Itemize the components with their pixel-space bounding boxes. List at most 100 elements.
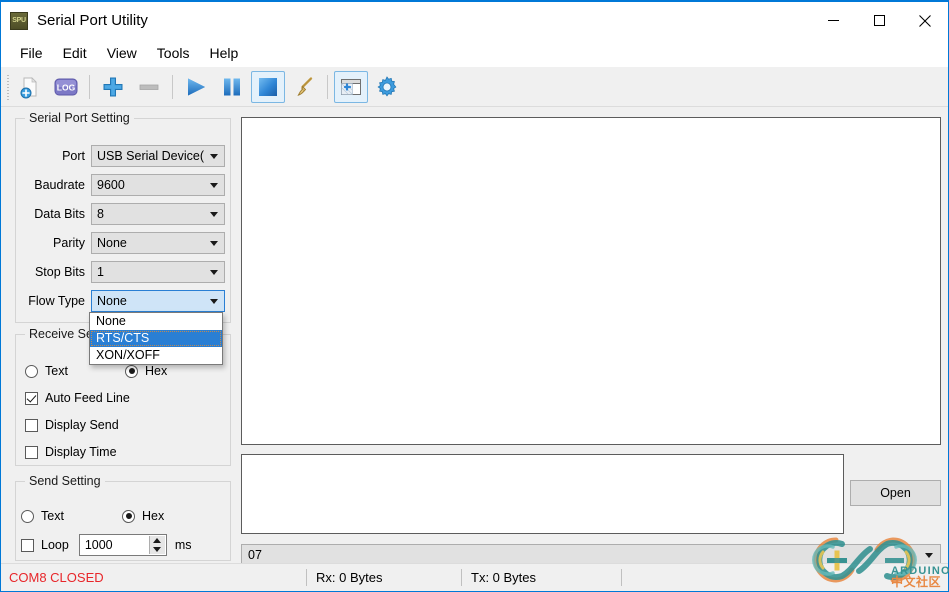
field-baudrate: Baudrate 9600 <box>15 174 231 196</box>
checkbox-unchecked-icon <box>25 445 38 459</box>
status-bar: COM8 CLOSED Rx: 0 Bytes Tx: 0 Bytes <box>1 563 948 591</box>
stepper-down-button[interactable] <box>150 545 165 554</box>
window-title: Serial Port Utility <box>37 12 148 29</box>
loop-interval-stepper[interactable]: 1000 <box>78 534 167 556</box>
menu-item-view[interactable]: View <box>97 42 147 64</box>
receive-format-hex-label: Hex <box>145 364 168 378</box>
receive-format-text-radio[interactable]: Text <box>25 364 125 378</box>
play-button[interactable] <box>179 71 213 103</box>
open-port-button[interactable]: Open <box>850 480 941 506</box>
display-send-label: Display Send <box>45 418 119 432</box>
chevron-down-icon <box>210 270 218 275</box>
parity-combo[interactable]: None <box>91 232 225 254</box>
maximize-button[interactable] <box>856 2 902 39</box>
svg-text:LOG: LOG <box>57 82 76 92</box>
flow-type-option-rts-cts[interactable]: RTS/CTS <box>90 330 222 347</box>
toolbar-separator <box>327 74 328 99</box>
field-baudrate-label: Baudrate <box>34 178 85 192</box>
port-combo[interactable]: USB Serial Device( <box>91 145 225 167</box>
checkbox-unchecked-icon <box>25 418 38 432</box>
title-bar: SPU Serial Port Utility <box>1 2 948 39</box>
port-combo-value: USB Serial Device( <box>97 149 204 163</box>
stop-bits-combo[interactable]: 1 <box>91 261 225 283</box>
baudrate-combo[interactable]: 9600 <box>91 174 225 196</box>
new-file-button[interactable] <box>13 71 47 103</box>
display-send-checkbox[interactable]: Display Send <box>25 418 119 432</box>
auto-feed-line-label: Auto Feed Line <box>45 391 130 405</box>
stepper-up-button[interactable] <box>150 536 165 545</box>
send-format-hex-radio[interactable]: Hex <box>122 509 164 523</box>
new-window-button[interactable] <box>334 70 368 103</box>
loop-label: Loop <box>41 538 69 552</box>
remove-icon <box>139 84 159 90</box>
loop-checkbox[interactable]: Loop <box>21 538 69 552</box>
flow-type-dropdown-list[interactable]: None RTS/CTS XON/XOFF <box>89 312 223 365</box>
port-status-text: COM8 CLOSED <box>9 570 104 585</box>
receive-text-area[interactable] <box>241 117 941 445</box>
toolbar-separator <box>89 74 90 99</box>
play-icon <box>188 78 205 95</box>
flow-type-combo[interactable]: None <box>91 290 225 312</box>
toolbar-separator <box>172 74 173 99</box>
serial-port-setting-legend: Serial Port Setting <box>25 111 134 125</box>
close-icon <box>919 14 931 27</box>
clear-button[interactable] <box>287 71 321 103</box>
chevron-down-icon <box>210 299 218 304</box>
radio-on-icon <box>122 509 135 523</box>
close-button[interactable] <box>902 2 948 39</box>
chevron-down-icon <box>210 154 218 159</box>
field-stop-bits-label: Stop Bits <box>34 265 85 279</box>
field-stop-bits: Stop Bits 1 <box>15 261 231 283</box>
send-format-text-label: Text <box>41 509 64 523</box>
loop-unit-label: ms <box>174 538 192 552</box>
flow-type-combo-value: None <box>97 294 127 308</box>
tx-bytes-text: Tx: 0 Bytes <box>471 570 537 585</box>
radio-off-icon <box>21 509 34 523</box>
baudrate-combo-value: 9600 <box>97 178 125 192</box>
receive-format-text-label: Text <box>45 364 68 378</box>
field-flow-type-label: Flow Type <box>28 294 85 308</box>
stepper-buttons[interactable] <box>148 536 165 554</box>
field-port-label: Port <box>62 149 85 163</box>
chevron-down-icon <box>210 183 218 188</box>
minimize-button[interactable] <box>810 2 856 39</box>
menu-item-help[interactable]: Help <box>199 42 248 64</box>
rx-bytes-text: Rx: 0 Bytes <box>316 570 383 585</box>
add-button[interactable] <box>96 71 130 103</box>
send-text-area[interactable] <box>241 454 844 534</box>
send-history-combo[interactable]: 07 <box>241 544 941 565</box>
flow-type-option-none[interactable]: None <box>90 313 222 330</box>
auto-feed-line-checkbox[interactable]: Auto Feed Line <box>25 391 130 405</box>
chevron-down-icon <box>925 552 933 558</box>
stop-button[interactable] <box>251 70 285 103</box>
stop-icon <box>259 77 277 96</box>
field-port: Port USB Serial Device( <box>15 145 231 167</box>
pause-icon <box>224 78 240 95</box>
log-button[interactable]: LOG <box>49 71 83 103</box>
triangle-down-icon <box>153 547 162 552</box>
triangle-up-icon <box>153 538 162 543</box>
remove-button[interactable] <box>132 71 166 103</box>
new-file-icon <box>20 76 37 98</box>
data-bits-combo[interactable]: 8 <box>91 203 225 225</box>
gear-settings-icon <box>377 75 397 96</box>
settings-button[interactable] <box>370 71 404 103</box>
chevron-down-icon <box>210 241 218 246</box>
send-format-text-radio[interactable]: Text <box>21 509 122 523</box>
field-parity-label: Parity <box>53 236 85 250</box>
chevron-down-icon <box>210 212 218 217</box>
window-controls <box>810 2 948 39</box>
menu-item-tools[interactable]: Tools <box>147 42 200 64</box>
flow-type-option-xon-xoff[interactable]: XON/XOFF <box>90 347 222 364</box>
field-data-bits: Data Bits 8 <box>15 203 231 225</box>
menu-item-file[interactable]: File <box>10 42 53 64</box>
field-flow-type: Flow Type None <box>15 290 231 312</box>
menu-item-edit[interactable]: Edit <box>53 42 97 64</box>
display-time-checkbox[interactable]: Display Time <box>25 445 117 459</box>
radio-off-icon <box>25 364 38 378</box>
receive-format-hex-radio[interactable]: Hex <box>125 364 167 378</box>
toolbar-grip[interactable] <box>4 73 12 100</box>
pause-button[interactable] <box>215 71 249 103</box>
field-data-bits-label: Data Bits <box>34 207 85 221</box>
log-icon: LOG <box>54 78 78 95</box>
